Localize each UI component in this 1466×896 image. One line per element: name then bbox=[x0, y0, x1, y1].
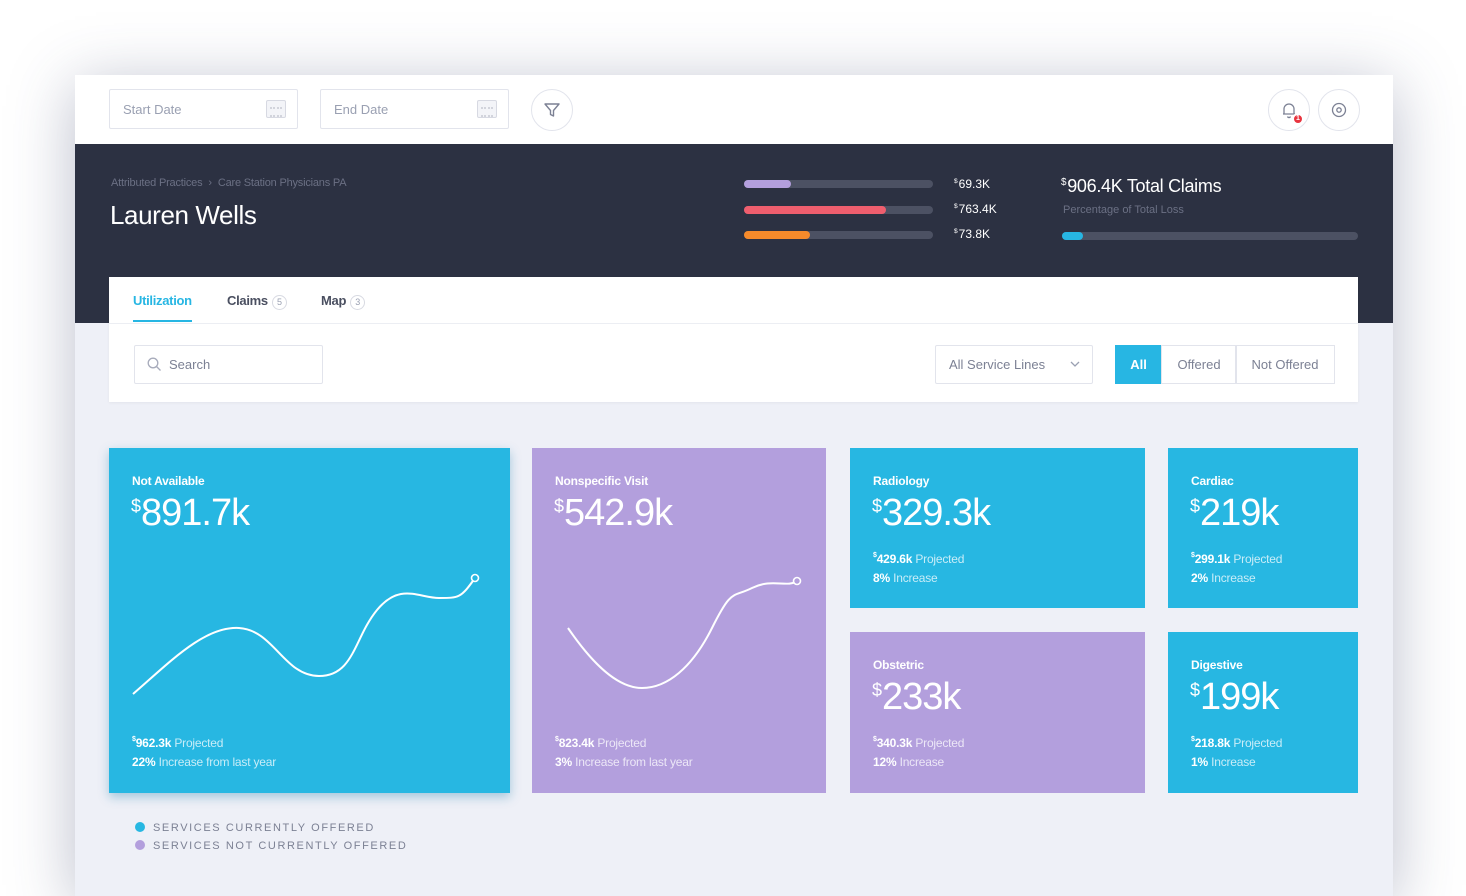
segment-not-offered[interactable]: Not Offered bbox=[1235, 345, 1335, 384]
summary-bar bbox=[744, 206, 933, 214]
card-label: Radiology bbox=[873, 474, 930, 488]
tab-map[interactable]: Map 3 bbox=[321, 293, 366, 310]
summary-bar bbox=[744, 180, 933, 188]
filter-panel: Utilization Claims 5 Map 3 Search All Serv… bbox=[109, 277, 1358, 402]
total-loss-bar bbox=[1062, 232, 1358, 240]
settings-button[interactable] bbox=[1318, 89, 1360, 131]
end-date-placeholder: End Date bbox=[334, 102, 389, 117]
summary-bar-value: $73.8K bbox=[954, 227, 991, 241]
gear-icon bbox=[1331, 102, 1347, 118]
card-projected: $823.4k Projected bbox=[555, 736, 647, 750]
tab-bar: Utilization Claims 5 Map 3 bbox=[109, 277, 1358, 324]
card-amount: $219k bbox=[1190, 492, 1279, 534]
card-increase: 1% Increase bbox=[1191, 755, 1256, 769]
card-label: Nonspecific Visit bbox=[555, 474, 649, 488]
tab-count-badge: 5 bbox=[271, 295, 287, 310]
card-label: Digestive bbox=[1191, 658, 1243, 672]
notification-badge: 1 bbox=[1292, 113, 1304, 125]
summary-bar-value: $69.3K bbox=[954, 177, 991, 191]
summary-bar-fill bbox=[744, 180, 792, 188]
card-projected: $962.3k Projected bbox=[132, 736, 224, 750]
summary-bar-value: $763.4K bbox=[954, 202, 997, 216]
breadcrumb: Attributed Practices › Care Station Physic… bbox=[111, 177, 347, 189]
service-card-digestive[interactable]: Digestive $199k $218.8k Projected 1% Inc… bbox=[1168, 632, 1358, 793]
segment-offered[interactable]: Offered bbox=[1161, 345, 1237, 384]
card-projected: $429.6k Projected bbox=[873, 552, 965, 566]
segment-all[interactable]: All bbox=[1115, 345, 1162, 384]
card-increase: 2% Increase bbox=[1191, 571, 1256, 585]
summary-bar-fill bbox=[744, 231, 811, 239]
active-tab-indicator bbox=[133, 320, 192, 322]
summary-bar-fill bbox=[744, 206, 886, 214]
card-amount: $891.7k bbox=[131, 492, 250, 534]
service-lines-value: All Service Lines bbox=[949, 357, 1046, 372]
service-card-not-available[interactable]: Not Available $891.7k $962.3k Projected … bbox=[109, 448, 510, 793]
total-claims-subtitle: Percentage of Total Loss bbox=[1063, 204, 1184, 216]
top-bar: Start Date End Date 1 bbox=[75, 75, 1393, 144]
end-date-input[interactable]: End Date bbox=[320, 89, 509, 129]
service-card-radiology[interactable]: Radiology $329.3k $429.6k Projected 8% I… bbox=[850, 448, 1145, 608]
card-projected: $340.3k Projected bbox=[873, 736, 965, 750]
service-lines-select[interactable]: All Service Lines bbox=[935, 345, 1093, 384]
service-card-nonspecific-visit[interactable]: Nonspecific Visit $542.9k $823.4k Projec… bbox=[532, 448, 826, 793]
filter-button[interactable] bbox=[531, 89, 573, 131]
total-claims-title: $906.4K Total Claims bbox=[1061, 176, 1222, 196]
filter-icon bbox=[544, 103, 560, 117]
service-card-cardiac[interactable]: Cardiac $219k $299.1k Projected 2% Incre… bbox=[1168, 448, 1358, 608]
tab-utilization[interactable]: Utilization bbox=[133, 293, 192, 322]
page-title: Lauren Wells bbox=[110, 200, 257, 230]
card-increase: 12% Increase bbox=[873, 755, 944, 769]
card-amount: $233k bbox=[872, 676, 961, 718]
chevron-right-icon: › bbox=[208, 177, 212, 189]
start-date-placeholder: Start Date bbox=[123, 102, 182, 117]
calendar-icon[interactable] bbox=[266, 100, 286, 118]
card-amount: $542.9k bbox=[554, 492, 673, 534]
legend-label: SERVICES NOT CURRENTLY OFFERED bbox=[153, 840, 408, 852]
card-projected: $299.1k Projected bbox=[1191, 552, 1283, 566]
card-label: Not Available bbox=[132, 474, 205, 488]
card-amount: $329.3k bbox=[872, 492, 991, 534]
notifications-button[interactable]: 1 bbox=[1268, 89, 1310, 131]
summary-bar bbox=[744, 231, 933, 239]
app-window: Start Date End Date 1 Attributed Practic… bbox=[75, 75, 1393, 896]
tab-claims[interactable]: Claims 5 bbox=[227, 293, 287, 310]
start-date-input[interactable]: Start Date bbox=[109, 89, 298, 129]
search-icon bbox=[147, 357, 161, 371]
card-increase: 3% Increase from last year bbox=[555, 755, 693, 769]
legend-label: SERVICES CURRENTLY OFFERED bbox=[153, 822, 375, 834]
card-label: Cardiac bbox=[1191, 474, 1234, 488]
card-amount: $199k bbox=[1190, 676, 1279, 718]
legend-dot bbox=[135, 840, 145, 850]
tab-count-badge: 3 bbox=[350, 295, 366, 310]
legend-item: SERVICES NOT CURRENTLY OFFERED bbox=[135, 840, 407, 852]
breadcrumb-item[interactable]: Care Station Physicians PA bbox=[218, 177, 347, 189]
total-loss-bar-fill bbox=[1062, 232, 1083, 240]
search-placeholder: Search bbox=[169, 357, 211, 372]
breadcrumb-item[interactable]: Attributed Practices bbox=[111, 177, 203, 189]
service-card-obstetric[interactable]: Obstetric $233k $340.3k Projected 12% In… bbox=[850, 632, 1145, 793]
search-input[interactable]: Search bbox=[134, 345, 323, 384]
card-label: Obstetric bbox=[873, 658, 924, 672]
card-projected: $218.8k Projected bbox=[1191, 736, 1283, 750]
chevron-down-icon bbox=[1070, 361, 1080, 367]
card-increase: 8% Increase bbox=[873, 571, 938, 585]
card-increase: 22% Increase from last year bbox=[132, 755, 277, 769]
legend-item: SERVICES CURRENTLY OFFERED bbox=[135, 822, 375, 834]
legend-dot bbox=[135, 822, 145, 832]
calendar-icon[interactable] bbox=[477, 100, 497, 118]
